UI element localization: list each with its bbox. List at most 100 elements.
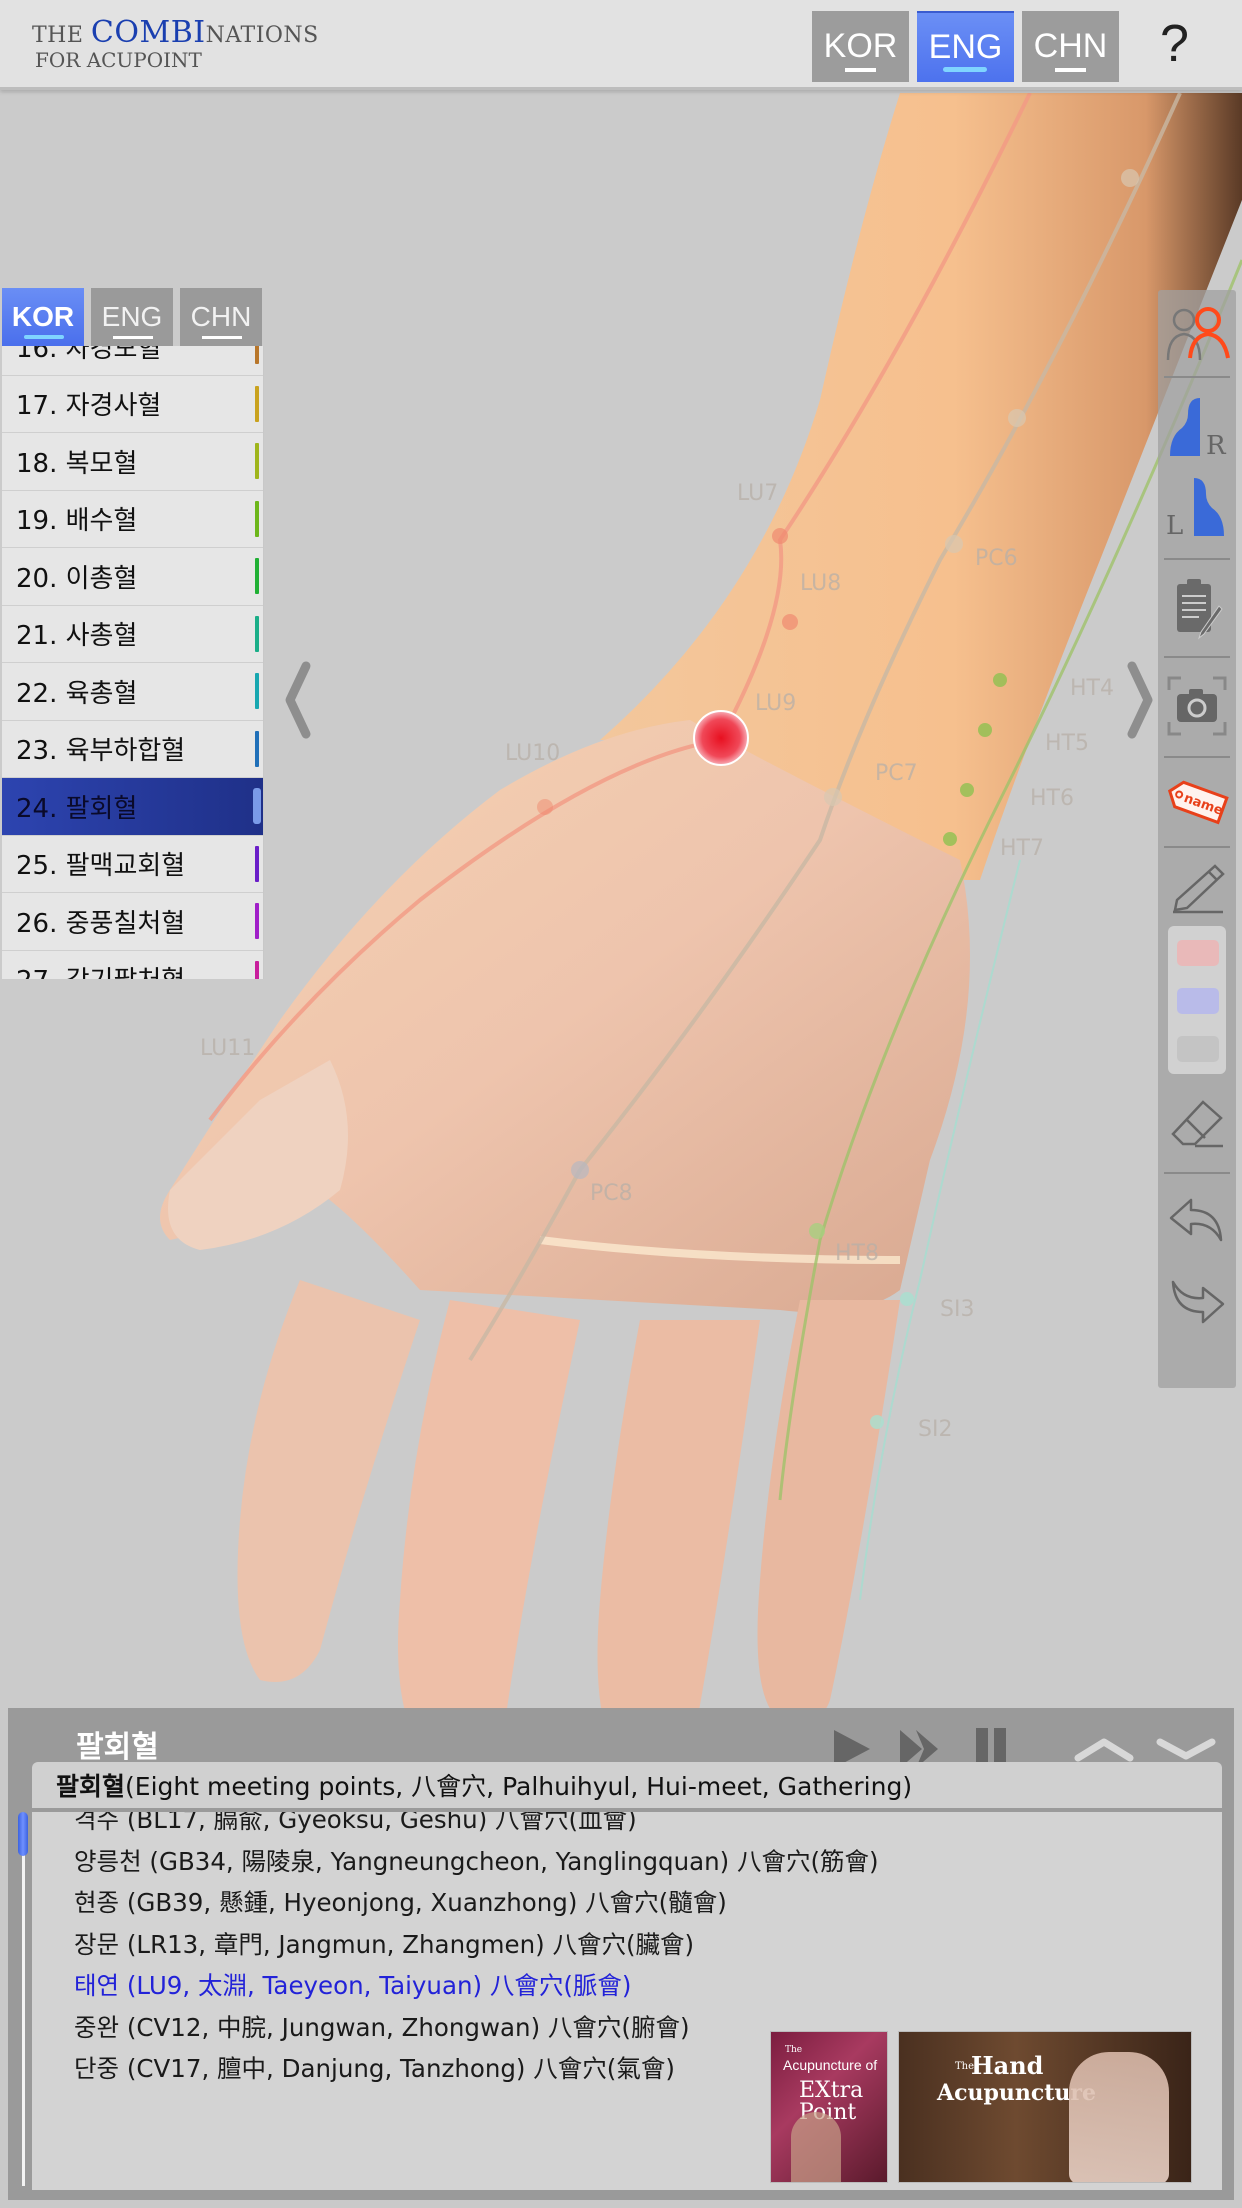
list-tab-eng[interactable]: ENG — [91, 288, 173, 346]
group-color-indicator — [255, 385, 259, 422]
point-marker — [900, 1292, 914, 1306]
logo-subtitle: FOR ACUPOINT — [35, 48, 202, 72]
list-item-label: 19. 배수혈 — [16, 506, 138, 537]
draw-pencil-button[interactable] — [1158, 854, 1236, 924]
point-detail-line[interactable]: 현종 (GB39, 懸鍾, Hyeonjong, Xuanzhong) 八會穴(… — [74, 1881, 879, 1923]
point-detail-line[interactable]: 격수 (BL17, 膈兪, Gyeoksu, Geshu) 八會穴(血會) — [74, 1812, 879, 1840]
undo-button[interactable] — [1158, 1186, 1236, 1256]
point-label: LU11 — [200, 1036, 255, 1061]
list-item[interactable]: 25. 팔맥교회혈 — [2, 836, 263, 893]
selected-point-lu9[interactable] — [693, 710, 749, 766]
show-names-button[interactable]: name — [1158, 766, 1236, 836]
group-color-indicator — [255, 558, 259, 594]
list-item[interactable]: 24. 팔회혈 — [2, 778, 263, 836]
list-item-label: 23. 육부하합혈 — [16, 736, 186, 767]
point-label: PC7 — [875, 761, 918, 786]
info-panel-subtitle: 팔회혈 (Eight meeting points, 八會穴, Palhuihyu… — [32, 1762, 1222, 1808]
finger-index — [237, 1280, 420, 1682]
help-button[interactable]: ? — [1160, 14, 1189, 74]
point-detail-line[interactable]: 양릉천 (GB34, 陽陵泉, Yangneungcheon, Yangling… — [74, 1840, 879, 1882]
scrollbar-thumb[interactable] — [18, 1812, 28, 1856]
right-body-icon: R — [1170, 398, 1227, 460]
list-item[interactable]: 20. 이총혈 — [2, 548, 263, 606]
list-item-label: 17. 자경사혈 — [16, 391, 162, 422]
point-marker — [943, 832, 957, 846]
ad-hand-image — [1069, 2052, 1169, 2182]
info-scrollbar[interactable] — [18, 1812, 28, 2186]
next-view-button[interactable] — [1126, 660, 1156, 744]
color-swatch-blue[interactable] — [1177, 988, 1219, 1014]
ad-text: Hand — [971, 2051, 1044, 2080]
logo-text-brand: COMBI — [90, 15, 206, 50]
point-label: PC6 — [975, 546, 1018, 571]
ad-extra-point-app[interactable]: The Acupuncture of EXtra Point — [770, 2031, 888, 2183]
point-label: LU7 — [737, 481, 778, 506]
camera-icon — [1167, 676, 1227, 736]
point-group-list[interactable]: 16. 자경모혈 17. 자경사혈 18. 복모혈 19. 배수혈 20. 이총혈 21.… — [2, 346, 264, 979]
list-item-label: 22. 육총혈 — [16, 678, 138, 709]
lang-button-kor[interactable]: KOR — [812, 11, 909, 82]
point-label: SI2 — [918, 1417, 952, 1442]
list-item[interactable]: 26. 중풍칠처혈 — [2, 893, 263, 951]
list-item[interactable]: 23. 육부하합혈 — [2, 721, 263, 778]
group-color-indicator — [255, 673, 259, 709]
lang-button-eng[interactable]: ENG — [917, 11, 1014, 82]
point-marker — [993, 673, 1007, 687]
point-label: LU10 — [505, 741, 560, 766]
list-item[interactable]: 16. 자경모혈 — [2, 346, 263, 376]
point-marker — [1008, 409, 1026, 427]
name-tag-icon: name — [1167, 780, 1229, 825]
undo-icon — [1169, 1198, 1223, 1242]
notes-button[interactable] — [1158, 568, 1236, 648]
list-item[interactable]: 19. 배수혈 — [2, 491, 263, 548]
finger-ring — [597, 1320, 760, 1710]
list-item[interactable]: 27. 각기팔처혈 — [2, 951, 263, 979]
subtitle-description: (Eight meeting points, 八會穴, Palhuihyul, … — [125, 1772, 913, 1801]
group-color-indicator — [255, 960, 259, 979]
eraser-button[interactable] — [1158, 1090, 1236, 1160]
redo-button[interactable] — [1158, 1266, 1236, 1336]
info-panel-title: 팔회혈 — [76, 1730, 159, 1765]
list-item-label: 18. 복모혈 — [16, 448, 138, 479]
group-color-indicator — [253, 788, 261, 824]
point-label: HT4 — [1070, 676, 1114, 701]
eraser-icon — [1171, 1100, 1223, 1148]
point-label: PC8 — [590, 1181, 633, 1206]
scrollbar-rail — [22, 1852, 25, 2186]
point-marker — [772, 528, 788, 544]
list-tab-chn[interactable]: CHN — [180, 288, 262, 346]
list-item-label: 26. 중풍칠처혈 — [16, 908, 186, 939]
ad-hand-acupuncture-app[interactable]: The Hand Acupuncture — [898, 2031, 1192, 2183]
ad-text: Acupuncture of — [783, 2057, 878, 2073]
color-swatch-gray[interactable] — [1177, 1036, 1219, 1062]
list-item-label: 24. 팔회혈 — [16, 793, 138, 824]
chevron-up-icon — [1074, 1738, 1134, 1762]
group-color-indicator — [255, 730, 259, 767]
list-item[interactable]: 17. 자경사혈 — [2, 376, 263, 433]
ad-face-image — [791, 2112, 841, 2182]
point-label: SI3 — [940, 1297, 974, 1322]
point-marker — [960, 783, 974, 797]
point-detail-line[interactable]: 중완 (CV12, 中脘, Jungwan, Zhongwan) 八會穴(腑會) — [74, 2006, 879, 2048]
right-side-view-button[interactable]: R — [1158, 385, 1236, 465]
list-tab-kor[interactable]: KOR — [2, 288, 84, 346]
lang-button-chn[interactable]: CHN — [1022, 11, 1119, 82]
left-side-view-button[interactable]: L — [1158, 465, 1236, 545]
app-logo: THE COMBINATIONS FOR ACUPOINT — [32, 15, 319, 72]
gender-toggle-button[interactable] — [1158, 298, 1236, 366]
color-swatch-red[interactable] — [1177, 940, 1219, 966]
point-marker — [782, 614, 798, 630]
list-item[interactable]: 22. 육총혈 — [2, 663, 263, 721]
previous-view-button[interactable] — [282, 660, 312, 744]
list-item-label: 21. 사총혈 — [16, 621, 138, 652]
point-detail-line-selected[interactable]: 태연 (LU9, 太淵, Taeyeon, Taiyuan) 八會穴(脈會) — [74, 1964, 879, 2006]
clipboard-pencil-icon — [1177, 579, 1223, 640]
point-detail-line[interactable]: 장문 (LR13, 章門, Jangmun, Zhangmen) 八會穴(臟會) — [74, 1923, 879, 1965]
point-detail-line[interactable]: 단중 (CV17, 膻中, Danjung, Tanzhong) 八會穴(氣會) — [74, 2047, 879, 2089]
logo-text-nations: NATIONS — [205, 23, 319, 48]
list-item[interactable]: 21. 사총혈 — [2, 606, 263, 663]
screenshot-button[interactable] — [1158, 664, 1236, 748]
group-color-indicator — [255, 903, 259, 939]
point-label: HT5 — [1045, 731, 1089, 756]
list-item[interactable]: 18. 복모혈 — [2, 433, 263, 491]
